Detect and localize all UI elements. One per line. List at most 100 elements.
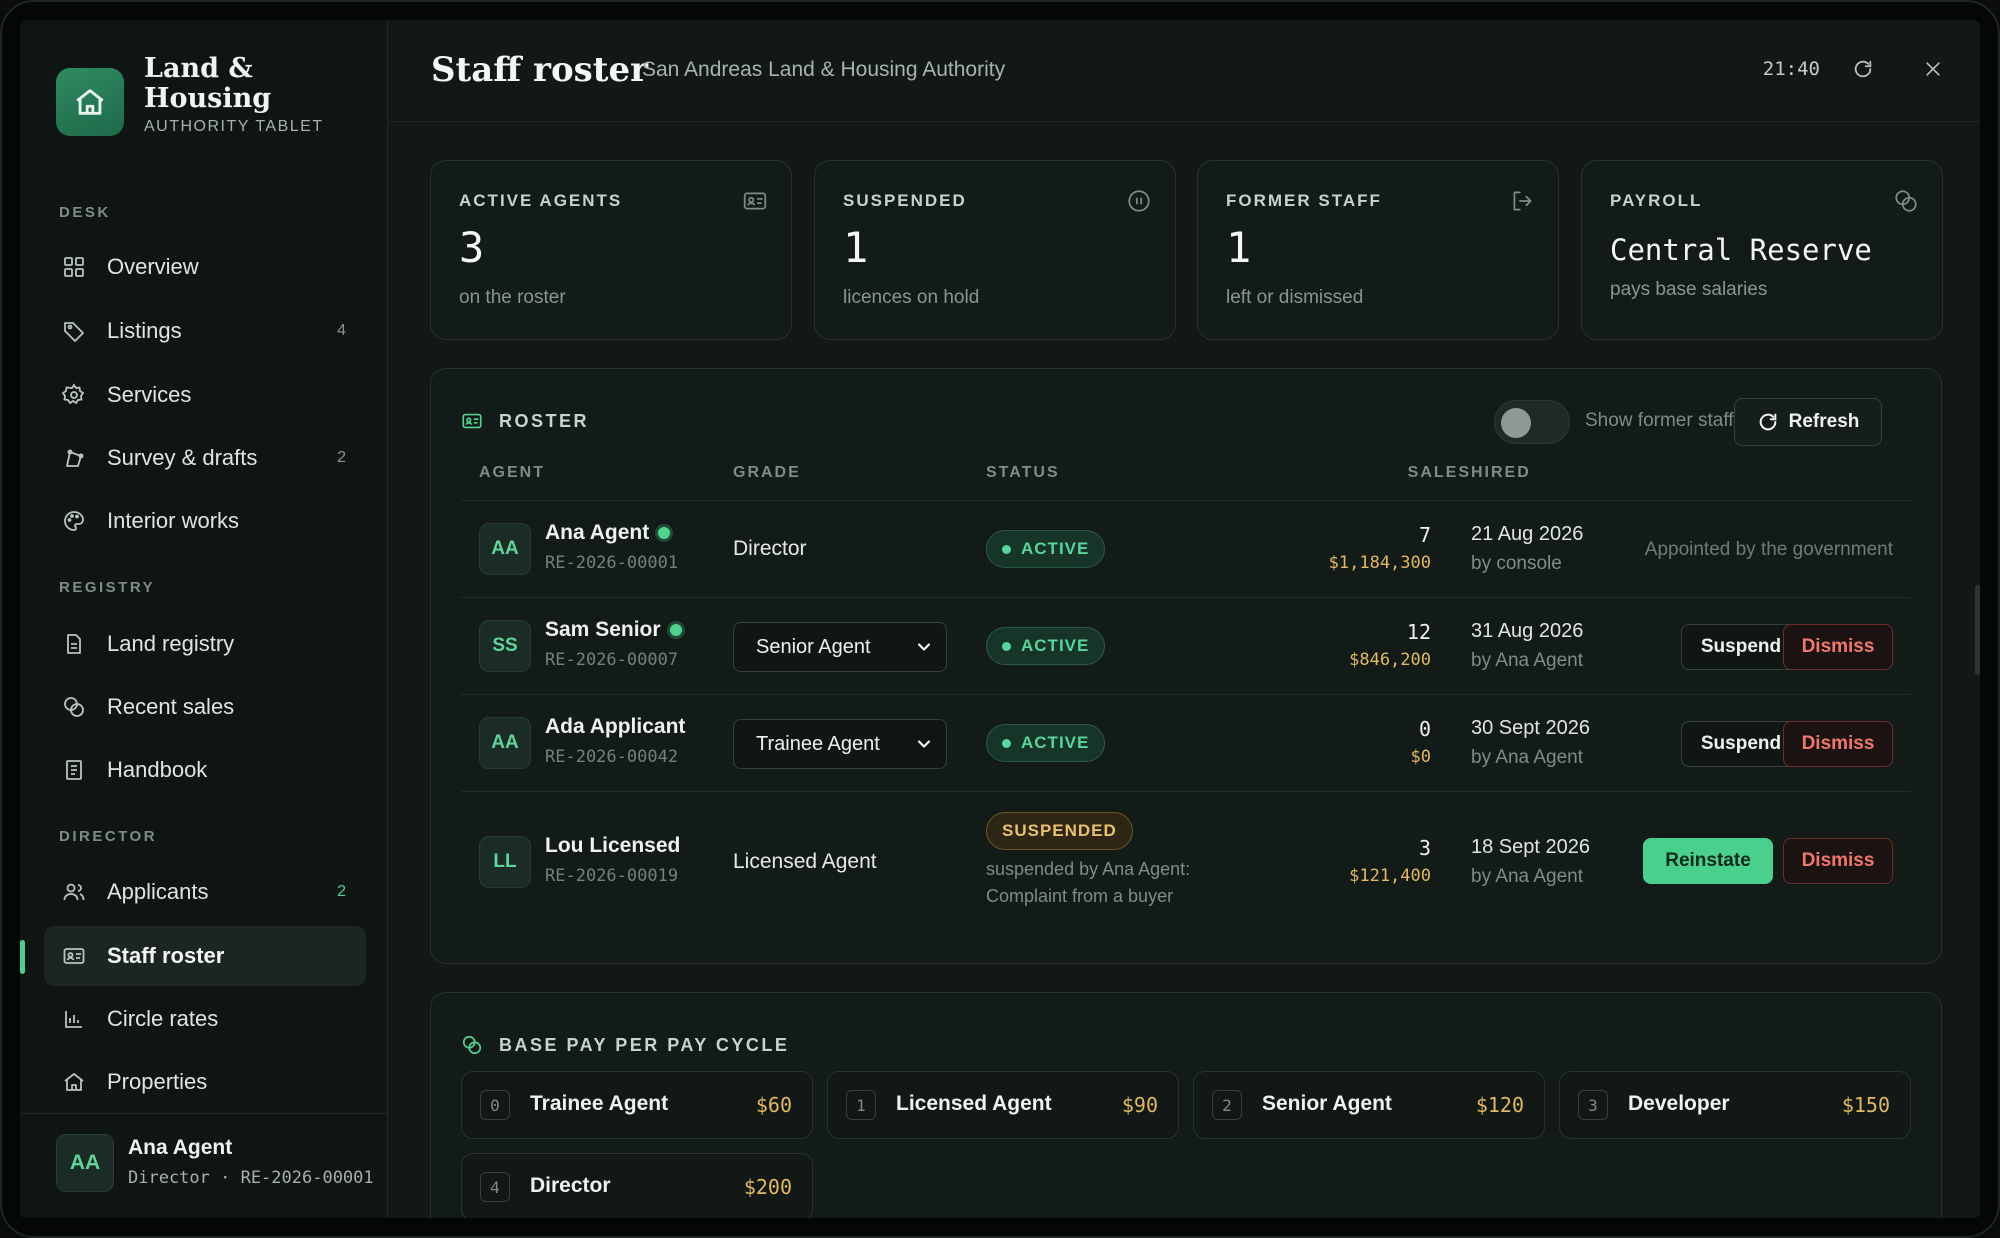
scrollbar-thumb[interactable]	[1975, 585, 1980, 675]
stat-label: FORMER STAFF	[1226, 191, 1382, 210]
hired-by: by Ana Agent	[1471, 747, 1583, 768]
dismiss-button[interactable]: Dismiss	[1783, 838, 1893, 884]
screen: Land & Housing AUTHORITY TABLET DESK Ove…	[20, 20, 1980, 1218]
grade-text: Licensed Agent	[733, 850, 877, 873]
sidebar: Land & Housing AUTHORITY TABLET DESK Ove…	[20, 20, 388, 1218]
sidebar-item-label: Survey & drafts	[107, 445, 258, 470]
brand: Land & Housing AUTHORITY TABLET	[56, 54, 324, 136]
pay-grade-name: Developer	[1628, 1092, 1730, 1115]
agent-id: RE-2026-00007	[545, 650, 679, 670]
agent-name: Lou Licensed	[545, 834, 680, 858]
user-name: Ana Agent	[128, 1136, 233, 1159]
sidebar-item-interior-works[interactable]: Interior works	[44, 491, 366, 551]
pay-grade-index: 4	[480, 1172, 510, 1202]
status-label: SUSPENDED	[1002, 821, 1117, 840]
sales-count: 12	[1406, 620, 1431, 644]
id-card-icon	[741, 187, 769, 215]
sidebar-item-label: Recent sales	[107, 694, 235, 719]
reinstate-button[interactable]: Reinstate	[1643, 838, 1773, 884]
pay-grade-amount: $150	[1841, 1093, 1890, 1117]
base-pay-panel: BASE PAY PER PAY CYCLE 0 Trainee Agent $…	[430, 992, 1942, 1218]
sidebar-item-handbook[interactable]: Handbook	[44, 740, 366, 800]
sidebar-item-services[interactable]: Services	[44, 365, 366, 425]
column-header-status: STATUS	[986, 464, 1060, 481]
sidebar-item-staff-roster[interactable]: Staff roster	[44, 926, 366, 986]
agent-name-text: Ada Applicant	[545, 715, 686, 738]
close-icon[interactable]	[1918, 54, 1948, 84]
sales-amount: $1,184,300	[1328, 553, 1431, 573]
brand-subtitle: AUTHORITY TABLET	[144, 118, 324, 135]
stat-value: 1	[843, 223, 869, 272]
home-logo-icon	[56, 68, 124, 136]
table-row: SS Sam Senior RE-2026-00007 Senior Agent…	[461, 597, 1911, 694]
hired-date: 30 Sept 2026	[1471, 717, 1590, 739]
agent-id: RE-2026-00042	[545, 747, 679, 767]
current-user-card[interactable]: AA Ana Agent Director · RE-2026-00001	[20, 1113, 388, 1218]
status-label: ACTIVE	[1021, 539, 1090, 558]
toggle-label: Show former staff	[1585, 410, 1734, 431]
sidebar-item-circle-rates[interactable]: Circle rates	[44, 989, 366, 1049]
table-row: LL Lou Licensed RE-2026-00019 Licensed A…	[461, 791, 1911, 931]
status-dot	[1002, 738, 1011, 748]
sidebar-item-label: Overview	[107, 254, 199, 279]
refresh-icon[interactable]	[1848, 54, 1878, 84]
grade-select[interactable]: Senior Agent	[733, 622, 947, 672]
stat-value: Central Reserve	[1610, 233, 1872, 267]
brand-title: Land & Housing	[144, 53, 272, 114]
survey-icon	[61, 445, 87, 471]
active-indicator	[20, 940, 25, 974]
main-content: Staff roster San Andreas Land & Housing …	[389, 20, 1980, 1218]
sidebar-item-label: Staff roster	[107, 943, 225, 968]
dismiss-button[interactable]: Dismiss	[1783, 721, 1893, 767]
sidebar-item-label: Applicants	[107, 879, 209, 904]
tag-icon	[61, 318, 87, 344]
base-pay-heading: BASE PAY PER PAY CYCLE	[461, 1033, 789, 1057]
sidebar-item-properties[interactable]: Properties	[44, 1052, 366, 1112]
pay-grade-amount: $120	[1475, 1093, 1524, 1117]
book-icon	[61, 757, 87, 783]
show-former-staff-toggle[interactable]	[1494, 400, 1570, 444]
hired-by: by Ana Agent	[1471, 650, 1583, 671]
sidebar-item-survey-drafts[interactable]: Survey & drafts 2	[44, 428, 366, 488]
sales-amount: $0	[1410, 747, 1431, 767]
agent-name: Ada Applicant	[545, 715, 685, 739]
sales-amount: $121,400	[1349, 866, 1431, 886]
column-header-sales: SALES	[1407, 464, 1471, 481]
sales-amount: $846,200	[1349, 650, 1431, 670]
count-badge: 2	[337, 449, 346, 466]
logout-icon	[1508, 187, 1536, 215]
roster-panel: ROSTER Show former staff Refresh AGENT G…	[430, 368, 1942, 964]
stat-note: pays base salaries	[1610, 279, 1768, 300]
home-icon	[61, 1069, 87, 1095]
sidebar-item-overview[interactable]: Overview	[44, 237, 366, 297]
count-badge: 2	[337, 883, 346, 900]
sidebar-item-land-registry[interactable]: Land registry	[44, 614, 366, 674]
top-bar: Staff roster San Andreas Land & Housing …	[389, 20, 1980, 122]
grade-text: Director	[733, 537, 807, 560]
stat-label: SUSPENDED	[843, 191, 967, 210]
hired-date: 18 Sept 2026	[1471, 836, 1590, 858]
column-header-agent: AGENT	[479, 464, 545, 481]
sidebar-item-applicants[interactable]: Applicants 2	[44, 862, 366, 922]
column-header-grade: GRADE	[733, 464, 801, 481]
user-meta: Director · RE-2026-00001	[128, 1168, 374, 1188]
stat-card-active-agents: ACTIVE AGENTS 3 on the roster	[430, 160, 792, 340]
refresh-button[interactable]: Refresh	[1734, 398, 1882, 446]
grade-select[interactable]: Trainee Agent	[733, 719, 947, 769]
bar-chart-icon	[61, 1006, 87, 1032]
grid-icon	[61, 254, 87, 280]
toggle-knob	[1501, 408, 1531, 438]
roster-heading: ROSTER	[461, 409, 589, 433]
sales-count: 3	[1418, 836, 1431, 860]
sidebar-item-recent-sales[interactable]: Recent sales	[44, 677, 366, 737]
hired-date: 31 Aug 2026	[1471, 620, 1584, 642]
sidebar-item-listings[interactable]: Listings 4	[44, 301, 366, 361]
dismiss-button[interactable]: Dismiss	[1783, 624, 1893, 670]
sidebar-item-label: Properties	[107, 1069, 208, 1094]
pay-grade-name: Senior Agent	[1262, 1092, 1392, 1115]
coins-icon	[61, 694, 87, 720]
stat-value: 3	[459, 223, 485, 272]
agent-id: RE-2026-00019	[545, 866, 679, 886]
status-dot	[1002, 641, 1011, 651]
pay-grade-amount: $90	[1121, 1093, 1158, 1117]
